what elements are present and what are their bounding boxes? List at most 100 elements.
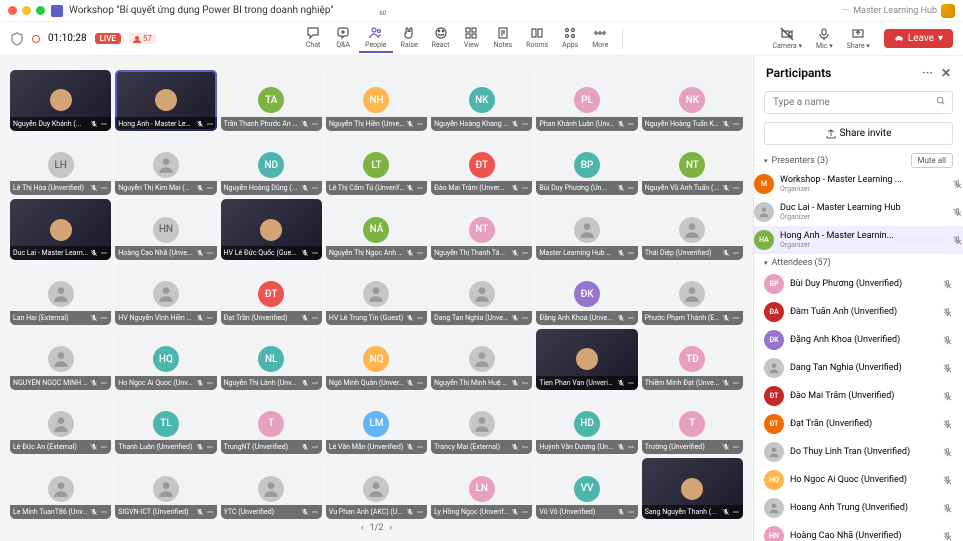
participant-tile[interactable]: LTLê Thị Cẩm Tú (Unverif...	[326, 135, 427, 196]
participant-tile[interactable]: NTNguyễn Vũ Anh Tuấn (...	[642, 135, 743, 196]
apps-button[interactable]: Apps	[556, 24, 584, 53]
tile-more-icon[interactable]	[521, 508, 529, 516]
participant-tile[interactable]: BPBùi Duy Phương (Un...	[536, 135, 637, 196]
participant-tile[interactable]: Hong Anh - Master Learnin...	[115, 70, 216, 131]
participant-tile[interactable]: Thái Diệp (Unverified)	[642, 199, 743, 260]
tile-more-icon[interactable]	[311, 314, 319, 322]
participant-tile[interactable]: NLNguyễn Thị Lành (Unv...	[221, 329, 322, 390]
tile-more-icon[interactable]	[206, 184, 214, 192]
tile-more-icon[interactable]	[311, 249, 319, 257]
participant-tile[interactable]: HDHuỳnh Văn Dương (Un...	[536, 394, 637, 455]
tile-more-icon[interactable]	[627, 508, 635, 516]
participant-tile[interactable]: NDNguyễn Hoàng Dũng (...	[221, 135, 322, 196]
participant-tile[interactable]: Nguyễn Duy Khánh (...	[10, 70, 111, 131]
participant-tile[interactable]: Sang Nguyễn Thanh (...	[642, 458, 743, 519]
tile-more-icon[interactable]	[732, 249, 740, 257]
chat-button[interactable]: Chat	[299, 24, 327, 53]
close-window[interactable]	[8, 6, 17, 15]
participant-row[interactable]: Dang Tan Nghia (Unverified)	[764, 354, 953, 382]
tile-more-icon[interactable]	[100, 184, 108, 192]
qa-button[interactable]: Q&A	[329, 24, 357, 53]
participant-row[interactable]: ĐAĐàm Tuấn Anh (Unverified)	[764, 298, 953, 326]
participant-tile[interactable]: NGUYỄN NGỌC MINH ...	[10, 329, 111, 390]
panel-more-icon[interactable]: ···	[922, 66, 933, 80]
tile-more-icon[interactable]	[416, 120, 424, 128]
participant-tile[interactable]: Vu Phan Anh (AKC) (U...	[326, 458, 427, 519]
tile-more-icon[interactable]	[627, 249, 635, 257]
notes-button[interactable]: Notes	[487, 24, 518, 53]
participant-tile[interactable]: Nguyễn Thị Kim Mai (U...	[115, 135, 216, 196]
tile-more-icon[interactable]	[206, 508, 214, 516]
camera-button[interactable]: Camera ▾	[766, 25, 808, 52]
tile-more-icon[interactable]	[521, 443, 529, 451]
participant-tile[interactable]: HNHoàng Cao Nhã (Unve...	[115, 199, 216, 260]
people-button[interactable]: 60People	[359, 24, 392, 53]
tile-more-icon[interactable]	[206, 443, 214, 451]
minimize-window[interactable]	[22, 6, 31, 15]
participant-tile[interactable]: NKNguyễn Hoàng Khang (...	[431, 70, 532, 131]
maximize-window[interactable]	[36, 6, 45, 15]
tile-more-icon[interactable]	[100, 120, 108, 128]
participant-tile[interactable]: PLPhan Khánh Luân (Unv...	[536, 70, 637, 131]
participant-row[interactable]: MWorkshop - Master Learning ...Organizer	[754, 170, 963, 198]
participant-tile[interactable]: HV Lê Trung Tín (Guest)	[326, 264, 427, 325]
participant-tile[interactable]: ĐKĐặng Anh Khoa (Unve...	[536, 264, 637, 325]
tile-more-icon[interactable]	[521, 184, 529, 192]
participant-tile[interactable]: TTrungNT (Unverified)	[221, 394, 322, 455]
participant-tile[interactable]: Phước Phạm Thành (E...	[642, 264, 743, 325]
tile-more-icon[interactable]	[206, 120, 214, 128]
tile-more-icon[interactable]	[416, 379, 424, 387]
more-button[interactable]: More	[586, 24, 614, 53]
participant-tile[interactable]: ĐTĐào Mai Trâm (Unver...	[431, 135, 532, 196]
participant-tile[interactable]: TLThanh Luân (Unverified)	[115, 394, 216, 455]
tile-more-icon[interactable]	[627, 443, 635, 451]
attendees-section[interactable]: ▾ Attendees (57)	[754, 254, 963, 270]
tile-more-icon[interactable]	[100, 508, 108, 516]
tile-more-icon[interactable]	[311, 184, 319, 192]
tile-more-icon[interactable]	[416, 443, 424, 451]
tile-more-icon[interactable]	[627, 120, 635, 128]
tile-more-icon[interactable]	[732, 314, 740, 322]
participant-row[interactable]: BPBùi Duy Phương (Unverified)	[764, 270, 953, 298]
participant-tile[interactable]: VVVũ Võ (Unverified)	[536, 458, 637, 519]
tile-more-icon[interactable]	[100, 379, 108, 387]
tile-more-icon[interactable]	[521, 379, 529, 387]
mute-all-button[interactable]: Mute all	[911, 153, 953, 168]
participant-tile[interactable]: NKNguyễn Hoàng Tuấn Ki...	[642, 70, 743, 131]
shield-icon[interactable]	[10, 32, 24, 46]
tile-more-icon[interactable]	[732, 184, 740, 192]
tile-more-icon[interactable]	[521, 314, 529, 322]
tile-more-icon[interactable]	[311, 508, 319, 516]
participant-tile[interactable]: Lan Hai (External)	[10, 264, 111, 325]
participant-tile[interactable]: NÁNguyễn Thị Ngọc Ánh (...	[326, 199, 427, 260]
tile-more-icon[interactable]	[521, 120, 529, 128]
view-button[interactable]: View	[457, 24, 485, 53]
participant-tile[interactable]: Dang Tan Nghia (Unver...	[431, 264, 532, 325]
participant-tile[interactable]: Duc Lai - Master Learn...	[10, 199, 111, 260]
participant-tile[interactable]: Master Learning Hub A...	[536, 199, 637, 260]
participant-row[interactable]: ĐTĐạt Trần (Unverified)	[764, 410, 953, 438]
participant-tile[interactable]: ĐTĐạt Trần (Unverified)	[221, 264, 322, 325]
participant-tile[interactable]: LNLy Hồng Ngọc (Unverif...	[431, 458, 532, 519]
participant-row[interactable]: HNHoàng Cao Nhã (Unverified)	[764, 522, 953, 541]
tile-more-icon[interactable]	[206, 379, 214, 387]
participant-tile[interactable]: YTC (Unverified)	[221, 458, 322, 519]
tile-more-icon[interactable]	[416, 508, 424, 516]
tile-more-icon[interactable]	[521, 249, 529, 257]
share-invite-button[interactable]: Share invite	[764, 122, 953, 145]
tile-more-icon[interactable]	[206, 249, 214, 257]
tile-more-icon[interactable]	[732, 120, 740, 128]
raise-button[interactable]: Raise	[395, 24, 424, 53]
tile-more-icon[interactable]	[627, 314, 635, 322]
participant-tile[interactable]: TTrường (Unverified)	[642, 394, 743, 455]
participant-tile[interactable]: HQHo Ngoc Ai Quoc (Unv...	[115, 329, 216, 390]
participant-tile[interactable]: Trancy Mai (External)	[431, 394, 532, 455]
react-button[interactable]: React	[426, 24, 456, 53]
participant-tile[interactable]: NQNgô Minh Quân (Unver...	[326, 329, 427, 390]
participant-row[interactable]: HAHong Anh - Master Learnin...Organizer	[754, 226, 963, 254]
participant-tile[interactable]: LMLê Văn Mẫn (Unverified)	[326, 394, 427, 455]
participant-tile[interactable]: TĐThiềm Minh Đạt (Unve...	[642, 329, 743, 390]
tile-more-icon[interactable]	[627, 379, 635, 387]
tile-more-icon[interactable]	[732, 508, 740, 516]
participant-row[interactable]: Hoang Anh Trung (Unverified)	[764, 494, 953, 522]
